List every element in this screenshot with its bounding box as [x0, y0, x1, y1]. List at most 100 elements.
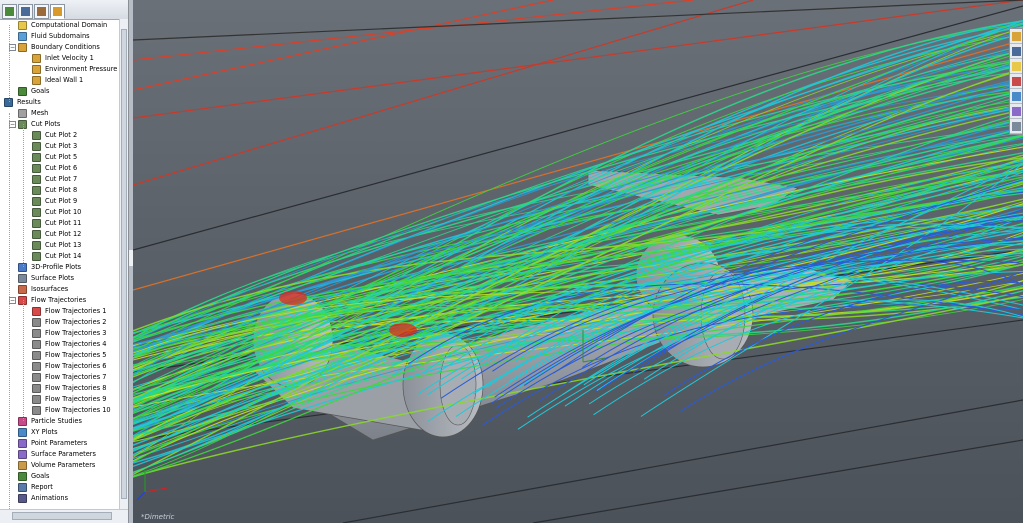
- cut-plot-icon: [32, 131, 41, 140]
- volume-parameters-icon: [18, 461, 27, 470]
- cut-plot-icon: [32, 153, 41, 162]
- graphics-viewport[interactable]: *Dimetric: [133, 0, 1023, 523]
- tree-item-label: Cut Plot 14: [45, 252, 82, 260]
- tree-item-label: Flow Trajectories 9: [45, 395, 107, 403]
- cut-plot-icon: [32, 252, 41, 261]
- display-style-button[interactable]: [1010, 104, 1022, 119]
- surface-plots-icon: [18, 274, 27, 283]
- tree-item-label: Boundary Conditions: [31, 43, 100, 51]
- appearances-button[interactable]: [1010, 74, 1022, 89]
- tree-item-label: Volume Parameters: [31, 461, 96, 469]
- tree-item-label: Cut Plot 5: [45, 153, 78, 161]
- configuration-manager-tab-icon: [37, 7, 46, 16]
- flow-simulation-scene[interactable]: [133, 0, 1023, 523]
- animations-icon: [18, 494, 27, 503]
- tree-item-label: Cut Plot 9: [45, 197, 78, 205]
- collapse-toggle[interactable]: −: [9, 44, 16, 51]
- tree-item-label: Report: [31, 483, 53, 491]
- tree-item-label: Flow Trajectories 5: [45, 351, 107, 359]
- feature-manager-tab-icon: [5, 7, 14, 16]
- tree-guide-line: [9, 113, 10, 509]
- flow-trajectory-icon: [32, 351, 41, 360]
- tree-horizontal-scrollbar[interactable]: [0, 509, 128, 523]
- folder-button[interactable]: [1010, 59, 1022, 74]
- flow-trajectory-icon: [32, 373, 41, 382]
- tree-guide-line: [9, 25, 10, 102]
- tree-item-label: Goals: [31, 87, 50, 95]
- fluid-subdomains-icon: [18, 32, 27, 41]
- tree-item-label: 3D-Profile Plots: [31, 263, 82, 271]
- xy-plots-icon: [18, 428, 27, 437]
- flow-trajectory-icon: [32, 362, 41, 371]
- tree-item-label: XY Plots: [31, 428, 58, 436]
- view-orientation-icon: [1011, 46, 1021, 56]
- custom-properties-button[interactable]: [1010, 119, 1022, 134]
- feature-manager-panel: Computational Domain Fluid Subdomains Boun…: [0, 0, 129, 523]
- cut-plot-icon: [32, 230, 41, 239]
- custom-properties-icon: [1011, 121, 1021, 131]
- tree-item-label: Flow Trajectories 6: [45, 362, 107, 370]
- tree-item-label: Goals: [31, 472, 50, 480]
- flow-trajectory-icon: [32, 340, 41, 349]
- tree-item-label: Cut Plot 13: [45, 241, 82, 249]
- scenes-button[interactable]: [1010, 89, 1022, 104]
- tree-item-label: Inlet Velocity 1: [45, 54, 94, 62]
- feature-manager-tab[interactable]: [2, 4, 17, 19]
- flow-trajectory-icon: [32, 329, 41, 338]
- point-parameters-icon: [18, 439, 27, 448]
- flow-analysis-tab[interactable]: [50, 4, 65, 19]
- flow-trajectory-icon: [32, 406, 41, 415]
- tree-item-label: Flow Trajectories 2: [45, 318, 107, 326]
- tree-item-label: Point Parameters: [31, 439, 88, 447]
- tree-item-label: Ideal Wall 1: [45, 76, 84, 84]
- flow-analysis-tab-icon: [53, 7, 62, 16]
- boundary-conditions-icon: [18, 43, 27, 52]
- tree-item-label: Surface Parameters: [31, 450, 96, 458]
- folder-icon: [1011, 61, 1021, 71]
- collapse-toggle[interactable]: −: [9, 121, 16, 128]
- ideal-wall-icon: [32, 76, 41, 85]
- cut-plot-icon: [32, 164, 41, 173]
- vertical-scroll-thumb[interactable]: [121, 29, 127, 499]
- tree-item-label: Cut Plot 2: [45, 131, 78, 139]
- goals-icon: [18, 472, 27, 481]
- display-style-icon: [1011, 106, 1021, 116]
- stagnation-region: [279, 291, 307, 305]
- cut-plot-icon: [32, 197, 41, 206]
- view-orientation-button[interactable]: [1010, 44, 1022, 59]
- tree-item-label: Cut Plot 3: [45, 142, 78, 150]
- configuration-manager-tab[interactable]: [34, 4, 49, 19]
- tree-item-label: Environment Pressure 1: [45, 65, 124, 73]
- view-orientation-label: *Dimetric: [141, 513, 175, 521]
- tree-item-label: Flow Trajectories 4: [45, 340, 107, 348]
- feature-tree: Computational Domain Fluid Subdomains Boun…: [0, 19, 124, 510]
- tree-item-label: Flow Trajectories 1: [45, 307, 107, 315]
- isosurfaces-icon: [18, 285, 27, 294]
- flow-trajectory-icon: [32, 384, 41, 393]
- tree-item-label: Computational Domain: [31, 21, 108, 29]
- horizontal-scroll-thumb[interactable]: [12, 512, 112, 520]
- tree-item-label: Flow Trajectories 7: [45, 373, 107, 381]
- flow-trajectory-icon: [32, 395, 41, 404]
- home-button[interactable]: [1010, 29, 1022, 44]
- stagnation-region: [389, 323, 417, 337]
- inlet-velocity-icon: [32, 54, 41, 63]
- tree-guide-line: [23, 300, 24, 421]
- cut-plot-icon: [32, 142, 41, 151]
- tree-item-label: Particle Studies: [31, 417, 82, 425]
- goals-icon: [18, 87, 27, 96]
- cut-plot-icon: [32, 219, 41, 228]
- tree-vertical-scrollbar[interactable]: [119, 19, 128, 510]
- tree-item-label: Flow Trajectories: [31, 296, 87, 304]
- tree-item-label: Cut Plot 10: [45, 208, 82, 216]
- property-manager-tab[interactable]: [18, 4, 33, 19]
- panel-tabs: [0, 0, 128, 20]
- tree-item-label: Cut Plot 11: [45, 219, 82, 227]
- tree-item-label: Cut Plot 8: [45, 186, 78, 194]
- flow-trajectory-icon: [32, 307, 41, 316]
- tree-item-label: Cut Plot 6: [45, 164, 78, 172]
- surface-parameters-icon: [18, 450, 27, 459]
- view-toolbar: [1009, 28, 1023, 135]
- mesh-icon: [18, 109, 27, 118]
- collapse-toggle[interactable]: −: [9, 297, 16, 304]
